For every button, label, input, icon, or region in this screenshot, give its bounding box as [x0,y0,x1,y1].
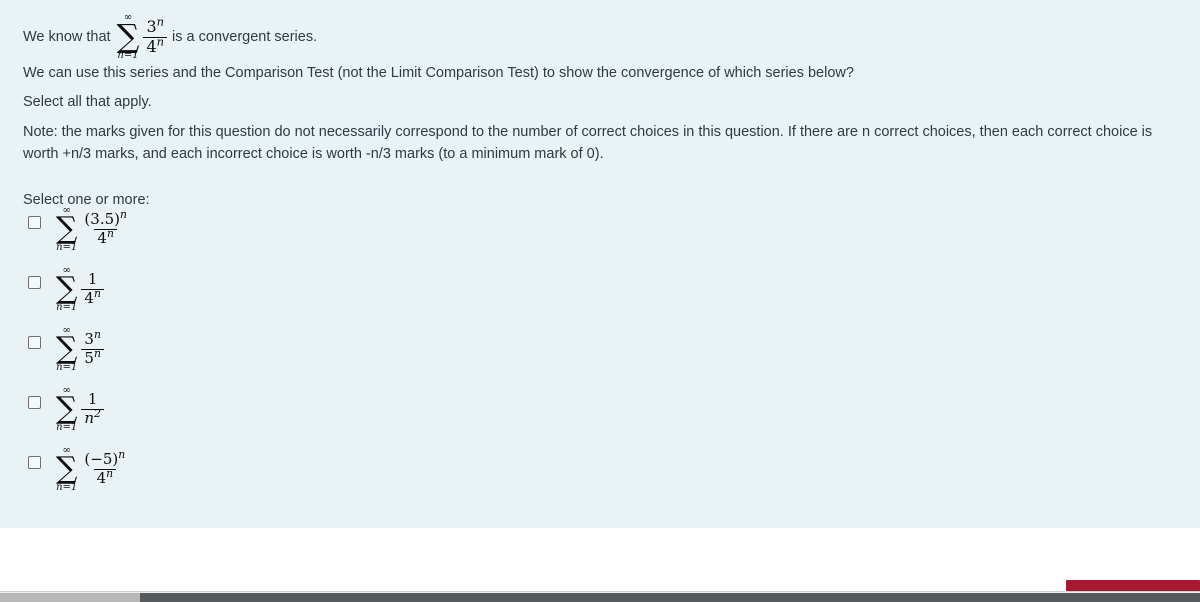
fraction-denominator: 4n [143,36,168,56]
horizontal-scrollbar-thumb[interactable] [0,593,140,602]
summation-lower-limit: n=1 [56,481,78,493]
summation-operator: ∞ ∑ n=1 [56,326,77,373]
question-stem: We know that ∞ ∑ n=1 3n 4n is a converge… [23,13,317,61]
horizontal-scrollbar[interactable] [0,591,1200,602]
fraction-denominator: 4n [81,288,104,307]
fraction-denominator: 4n [93,468,117,487]
fraction-denominator: n2 [81,408,104,427]
option-checkbox-3[interactable] [28,336,41,349]
option-row-2[interactable]: ∞ ∑ n=1 1 4n [0,266,1200,330]
fraction-numerator: (−5)n [84,448,126,469]
sigma-icon: ∑ [116,17,140,55]
option-row-1[interactable]: ∞ ∑ n=1 (3.5)n 4n [0,206,1200,270]
option-row-5[interactable]: ∞ ∑ n=1 (−5)n 4n [0,446,1200,510]
fraction: (3.5)n 4n [81,208,130,247]
option-row-3[interactable]: ∞ ∑ n=1 3n 5n [0,326,1200,390]
summation-operator: ∞ ∑ n=1 [56,206,77,253]
answer-options-list: ∞ ∑ n=1 (3.5)n 4n ∞ ∑ n=1 1 4n ∞ ∑ n=1 3… [0,206,1200,510]
fraction: 1 4n [81,271,104,307]
quiz-page: We know that ∞ ∑ n=1 3n 4n is a converge… [0,0,1200,602]
sigma-icon: ∑ [56,391,78,426]
marking-note-line-2: worth +n/3 marks, and each incorrect cho… [23,146,604,163]
summation-operator: ∞ ∑ n=1 [56,386,77,433]
question-line-3: Select all that apply. [23,94,152,110]
stem-prefix-text: We know that [23,28,111,45]
question-panel: We know that ∞ ∑ n=1 3n 4n is a converge… [0,0,1200,528]
option-checkbox-2[interactable] [28,276,41,289]
option-checkbox-1[interactable] [28,216,41,229]
fraction: 3n 5n [81,329,104,367]
option-math-2: ∞ ∑ n=1 1 4n [56,266,104,313]
sigma-icon: ∑ [56,271,78,306]
fraction: (−5)n 4n [81,448,128,487]
fraction-denominator: 5n [81,348,104,367]
sigma-icon: ∑ [56,451,78,486]
question-line-2: We can use this series and the Compariso… [23,65,854,81]
summation-lower-limit: n=1 [56,241,78,253]
stem-summation-math: ∞ ∑ n=1 3n 4n [117,13,168,61]
fraction-numerator: (3.5)n [84,208,127,229]
option-math-5: ∞ ∑ n=1 (−5)n 4n [56,446,128,493]
fraction-denominator: 4n [94,228,117,247]
summation-operator: ∞ ∑ n=1 [117,13,140,61]
fraction: 1 n2 [81,391,104,427]
sigma-icon: ∑ [56,331,78,366]
option-math-3: ∞ ∑ n=1 3n 5n [56,326,104,373]
marking-note-line-1: Note: the marks given for this question … [23,124,1153,140]
fraction: 3n 4n [143,16,168,56]
option-checkbox-5[interactable] [28,456,41,469]
summation-lower-limit: n=1 [117,50,139,62]
option-row-4[interactable]: ∞ ∑ n=1 1 n2 [0,386,1200,450]
summation-lower-limit: n=1 [56,361,78,373]
summation-operator: ∞ ∑ n=1 [56,266,77,313]
sigma-icon: ∑ [56,211,78,246]
option-checkbox-4[interactable] [28,396,41,409]
summation-operator: ∞ ∑ n=1 [56,446,77,493]
option-math-4: ∞ ∑ n=1 1 n2 [56,386,104,433]
horizontal-scrollbar-track[interactable] [140,593,1200,602]
stem-suffix-text: is a convergent series. [172,28,318,45]
option-math-1: ∞ ∑ n=1 (3.5)n 4n [56,206,130,253]
summation-lower-limit: n=1 [56,301,78,313]
summation-lower-limit: n=1 [56,421,78,433]
marking-note: Note: the marks given for this question … [23,121,1183,166]
